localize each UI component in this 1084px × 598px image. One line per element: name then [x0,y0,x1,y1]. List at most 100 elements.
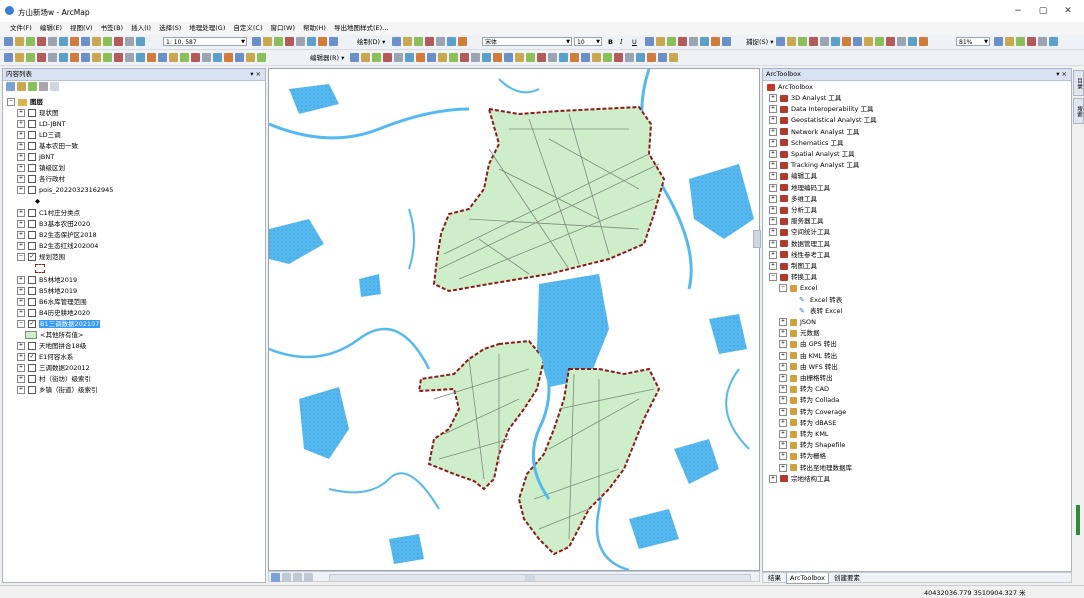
planning-boundary-north[interactable] [432,105,666,293]
minimize-button[interactable]: − [1008,5,1028,17]
dropdown-icon[interactable] [125,37,134,46]
expand-icon[interactable]: + [769,94,777,102]
clear-selection-icon[interactable] [103,53,112,62]
zoom-in-fixed-icon[interactable] [820,37,829,46]
zoom-out-fixed-icon[interactable] [831,37,840,46]
redo-icon[interactable] [103,37,112,46]
python-window-icon[interactable] [307,37,316,46]
search-side-tab[interactable]: 搜索 [1073,98,1084,124]
editor-toolbar-icon[interactable] [252,37,261,46]
layout-change-icon[interactable] [919,37,928,46]
layer-visibility-checkbox[interactable] [28,231,36,239]
pan-layout-icon[interactable] [842,37,851,46]
toc-pin-close[interactable]: ▾ × [250,69,261,80]
pan-icon[interactable] [26,53,35,62]
toc-layer-row[interactable]: + ✓ E1何容水系 [17,352,73,363]
expand-icon[interactable]: + [17,287,25,295]
marker-icon[interactable] [678,37,687,46]
versioning-icon[interactable] [581,53,590,62]
menu-item[interactable]: 视图(V) [66,22,97,35]
toc-layer-row[interactable]: + 现状图 [17,108,59,119]
toc-layer-row[interactable]: + B3基本农田2020 [17,219,90,230]
toc-layer-row[interactable]: + B5林地2019 [17,275,77,286]
toolbox-tab[interactable]: 结果 [765,573,784,583]
attributes-icon[interactable] [471,53,480,62]
html-popup-icon[interactable] [147,53,156,62]
focus-icon[interactable] [908,37,917,46]
layer-visibility-checkbox[interactable] [28,120,36,128]
edit-annotation-icon[interactable] [361,53,370,62]
map-vertical-scroll-thumb[interactable] [753,230,761,248]
edit-vertices-icon[interactable] [416,53,425,62]
expand-icon[interactable]: + [769,150,777,158]
zoom-out-icon[interactable] [15,53,24,62]
new-icon[interactable] [4,37,13,46]
toolbox-item[interactable]: + 转为 KML [779,429,829,440]
expand-icon[interactable]: + [779,318,787,326]
layer-visibility-checkbox[interactable] [28,220,36,228]
advanced-editing-icon[interactable] [537,53,546,62]
zoom-whole-icon[interactable] [994,37,1003,46]
vertical-scroll-indicator[interactable] [1076,505,1080,535]
data-view-icon[interactable] [271,573,280,582]
menu-item[interactable]: 自定义(C) [229,22,266,35]
expand-icon[interactable]: + [17,242,25,250]
separator-icon[interactable] [329,37,338,46]
select-features-icon[interactable] [92,53,101,62]
expand-icon[interactable]: + [779,385,787,394]
expand-icon[interactable]: + [17,231,25,239]
toolbox-item[interactable]: + 地理编码工具 [769,183,830,194]
toolbox-item[interactable]: + Geostatistical Analyst 工具 [769,115,877,126]
close-button[interactable]: ✕ [1058,5,1078,17]
toc-layer-row[interactable]: + 基本农田一致 [17,141,78,152]
expand-icon[interactable]: + [769,194,777,203]
draw-menu-button[interactable]: 绘制(D) ▾ [357,37,385,47]
paste-icon[interactable] [70,37,79,46]
layer-visibility-checkbox[interactable] [28,153,36,161]
menu-item[interactable]: 帮助(H) [299,22,330,35]
map-canvas[interactable] [269,69,759,570]
more-icon[interactable] [722,37,731,46]
expand-icon[interactable]: + [769,138,777,147]
expand-icon[interactable]: + [17,153,25,161]
find-icon[interactable] [169,53,178,62]
expand-icon[interactable]: + [769,206,777,214]
layer-visibility-checkbox[interactable] [28,175,36,183]
end-point-arc-icon[interactable] [383,53,392,62]
toolbox-item[interactable]: + Spatial Analyst 工具 [769,149,855,160]
line-color-icon[interactable] [458,37,467,46]
snap-edge-icon[interactable] [809,37,818,46]
toolbox-item[interactable]: + 由 GPS 转出 [779,339,837,350]
toolbox-item[interactable]: + 由栅格转出 [779,373,833,384]
open-icon[interactable] [15,37,24,46]
spatial-adjustment-icon[interactable] [526,53,535,62]
maximize-button[interactable]: ▢ [1033,5,1053,17]
bold-button[interactable]: B [608,37,613,47]
more-icon[interactable] [669,53,678,62]
rotate-icon[interactable] [460,53,469,62]
list-by-drawing-order-icon[interactable] [6,82,15,91]
toc-layer-row[interactable]: + 三调数据202012 [17,363,90,374]
forward-icon[interactable] [81,53,90,62]
search-window-icon[interactable] [285,37,294,46]
measure-icon[interactable] [158,53,167,62]
expand-icon[interactable]: + [17,109,25,117]
print-icon[interactable] [37,37,46,46]
schematic-icon[interactable] [658,53,667,62]
expand-icon[interactable]: + [769,116,777,125]
expand-icon[interactable]: + [769,474,777,483]
menu-item[interactable]: 窗口(W) [267,22,300,35]
expand-icon[interactable]: + [779,396,787,405]
model-builder-icon[interactable] [318,37,327,46]
menu-item[interactable]: 地理处理(G) [185,22,229,35]
expand-icon[interactable]: − [17,253,25,261]
copy-icon[interactable] [59,37,68,46]
toolbox-item[interactable]: + 服务器工具 [769,216,824,227]
expand-icon[interactable]: + [17,386,25,394]
expand-icon[interactable]: + [769,228,777,237]
toc-layer-row[interactable]: + pois_20220323162945 [17,185,113,196]
horizontal-scrollbar[interactable] [329,574,751,582]
collapse-icon[interactable]: − [769,273,777,282]
expand-icon[interactable]: + [769,183,777,192]
map-scale-combo[interactable]: 1: 10, 587 ▼ [163,37,247,46]
